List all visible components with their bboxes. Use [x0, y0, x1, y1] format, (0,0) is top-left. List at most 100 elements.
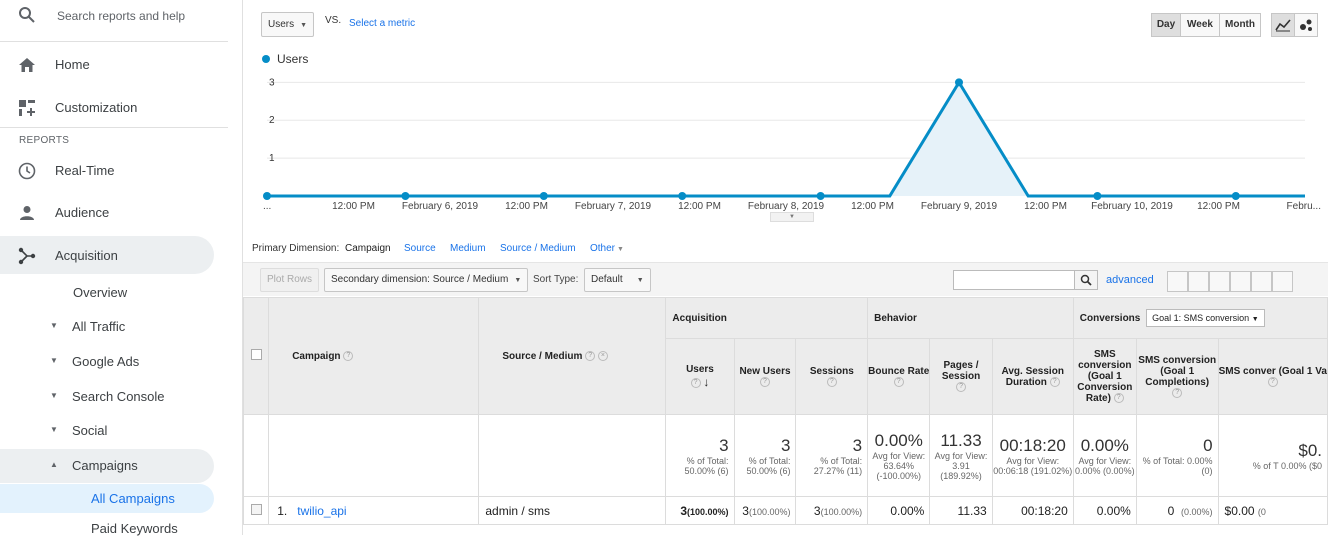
sidebar-item-all-campaigns[interactable]: All Campaigns [91, 491, 175, 506]
report-main: Users ▼ VS. Select a metric Day Week Mont… [242, 0, 1328, 535]
comparison-view-icon[interactable] [1230, 271, 1251, 292]
pages-session-header[interactable]: Pages / Session? [929, 338, 993, 415]
sort-desc-icon: ↓ [703, 375, 710, 389]
help-icon[interactable]: ? [1267, 376, 1278, 387]
total-sub: Avg for View: 63.64% (-100.00%) [872, 450, 926, 481]
source-medium-header[interactable]: Source / Medium ? × [478, 297, 667, 415]
x-tick-label: 12:00 PM [851, 201, 894, 212]
total-conv-rate: 0.00% Avg for View: 0.00% (0.00%) [1072, 414, 1137, 497]
row-pct: (100.00%) [687, 506, 729, 517]
help-icon[interactable]: ? [585, 350, 596, 361]
select-all-checkbox[interactable] [250, 349, 262, 360]
month-button[interactable]: Month [1219, 13, 1261, 37]
total-sub: % of T 0.00% ($0 [1252, 460, 1322, 471]
header-label: Campaign [292, 350, 341, 362]
metric-select[interactable]: Users ▼ [261, 12, 315, 37]
help-icon[interactable]: ? [1172, 387, 1183, 398]
dropdown-arrow-icon: ▼ [1251, 316, 1259, 323]
search-icon [1080, 274, 1092, 286]
data-point [1093, 192, 1102, 200]
help-icon[interactable]: ? [826, 376, 837, 387]
header-label: SMS conversion (Goal 1 Completions) [1138, 354, 1217, 388]
goal-select[interactable]: Goal 1: SMS conversion ▼ [1146, 309, 1265, 327]
row-select-cell [242, 496, 270, 525]
week-button[interactable]: Week [1180, 13, 1220, 37]
sidebar-item-audience[interactable]: Audience [0, 193, 228, 231]
sidebar-item-paid-keywords[interactable]: Paid Keywords [91, 521, 178, 536]
sidebar-item-overview[interactable]: Overview [73, 285, 127, 300]
total-sessions: 3% of Total: 27.27% (11) [795, 414, 869, 497]
remove-dimension-icon[interactable]: × [597, 350, 608, 361]
bounce-rate-header[interactable]: Bounce Rate ? [867, 338, 931, 415]
avg-session-header[interactable]: Avg. Session Duration ? [991, 338, 1074, 415]
chart-resize-handle[interactable]: ▼ [770, 212, 814, 222]
table-view-switcher [1167, 271, 1293, 292]
sidebar-item-label: Paid Keywords [91, 521, 178, 536]
row-checkbox[interactable] [250, 503, 262, 515]
row-number: 1. [277, 503, 288, 518]
sort-type-value: Default [591, 274, 623, 285]
sidebar-item-google-ads[interactable]: ▼ Google Ads [50, 354, 139, 369]
conv-rate-header[interactable]: SMS conversion (Goal 1 Conversion Rate) … [1072, 338, 1137, 415]
caret-up-icon: ▲ [50, 460, 58, 469]
dimension-other[interactable]: Other ▼ [590, 243, 624, 254]
y-tick-label: 1 [269, 153, 275, 164]
data-point [678, 192, 687, 200]
total-value: $0.% of T 0.00% ($0 [1217, 414, 1328, 497]
dimension-source-medium[interactable]: Source / Medium [500, 243, 576, 254]
table-search-input[interactable] [953, 270, 1075, 290]
data-table-view-icon[interactable] [1167, 271, 1188, 292]
completions-header[interactable]: SMS conversion (Goal 1 Completions)? [1135, 338, 1219, 415]
sidebar-item-home[interactable]: Home [0, 45, 228, 83]
line-chart-button[interactable] [1271, 13, 1295, 37]
secondary-dimension-select[interactable]: Secondary dimension: Source / Medium ▼ [324, 268, 529, 292]
value-header[interactable]: SMS conver (Goal 1 Va? [1217, 338, 1328, 415]
row-conv-rate: 0.00% [1072, 496, 1137, 525]
sidebar-item-acquisition[interactable]: Acquisition [0, 236, 228, 274]
sidebar-item-customization[interactable]: Customization [0, 88, 228, 126]
plot-rows-button[interactable]: Plot Rows [260, 268, 320, 292]
sidebar-search[interactable]: Search reports and help [0, 0, 228, 42]
day-button[interactable]: Day [1151, 13, 1181, 37]
help-icon[interactable]: ? [690, 378, 701, 389]
users-header[interactable]: Users? ↓ [665, 338, 735, 415]
help-icon[interactable]: ? [343, 350, 354, 361]
help-icon[interactable]: ? [1049, 376, 1060, 387]
sidebar-item-campaigns[interactable]: ▲ Campaigns [50, 458, 138, 473]
dimension-medium[interactable]: Medium [450, 243, 486, 254]
campaign-header[interactable]: Campaign ? [268, 297, 480, 415]
row-pct: (0 [1257, 506, 1266, 517]
sidebar-item-social[interactable]: ▼ Social [50, 423, 107, 438]
total-value: 00:18:20 [999, 435, 1066, 455]
sidebar-nav: Search reports and help Home Customizati… [0, 0, 242, 536]
help-icon[interactable]: ? [1113, 393, 1124, 404]
dimension-campaign[interactable]: Campaign [345, 243, 391, 254]
help-icon[interactable]: ? [760, 376, 770, 387]
term-cloud-view-icon[interactable] [1251, 271, 1272, 292]
select-metric-link[interactable]: Select a metric [349, 18, 415, 29]
totals-row: 3% of Total: 50.00% (6) 3% of Total: 50.… [242, 414, 1328, 497]
total-bounce: 0.00% Avg for View: 63.64% (-100.00%) [867, 414, 931, 497]
table-search-button[interactable] [1074, 270, 1098, 290]
row-bounce: 0.00% [867, 496, 931, 525]
campaign-link[interactable]: twilio_api [297, 504, 346, 518]
total-users: 3% of Total: 50.00% (6) [665, 414, 735, 497]
header-label: Source / Medium [502, 350, 583, 362]
table-toolbar: Plot Rows Secondary dimension: Source / … [243, 262, 1328, 296]
data-point [955, 78, 963, 87]
motion-chart-button[interactable] [1294, 13, 1318, 37]
performance-view-icon[interactable] [1209, 271, 1230, 292]
sidebar-item-all-traffic[interactable]: ▼ All Traffic [50, 319, 125, 334]
sidebar-item-search-console[interactable]: ▼ Search Console [50, 389, 165, 404]
help-icon[interactable]: ? [893, 376, 904, 387]
sidebar-item-realtime[interactable]: Real-Time [0, 151, 228, 189]
row-pct: (100.00%) [820, 506, 863, 517]
sessions-header[interactable]: Sessions? [795, 338, 869, 415]
help-icon[interactable]: ? [956, 382, 967, 393]
sort-type-select[interactable]: Default ▼ [584, 268, 651, 292]
advanced-filter-link[interactable]: advanced [1106, 274, 1154, 286]
pie-view-icon[interactable] [1188, 271, 1209, 292]
pivot-view-icon[interactable] [1272, 271, 1293, 292]
dimension-source[interactable]: Source [404, 243, 436, 254]
new-users-header[interactable]: New Users? [733, 338, 797, 415]
